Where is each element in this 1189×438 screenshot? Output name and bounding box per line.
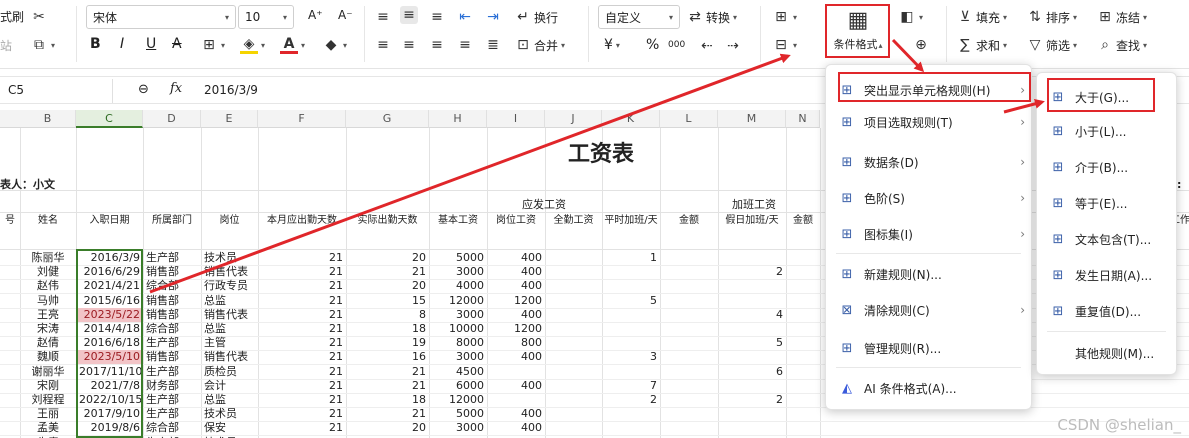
- arrow-to-submenu: [1003, 98, 1045, 114]
- watermark: CSDN @shelian_: [1057, 416, 1181, 434]
- annotation-arrows: [149, 38, 1045, 294]
- spreadsheet-app: 式刷 ✂ 站 ⧉ ▾ 宋体 ▾ 10 ▾ A⁺ A⁻ B I U A ⊞ ▾ ◈ ▾ A ▾…: [0, 0, 1189, 438]
- arrow-to-menu: [891, 38, 925, 73]
- arrow-to-ribbon: [149, 53, 791, 294]
